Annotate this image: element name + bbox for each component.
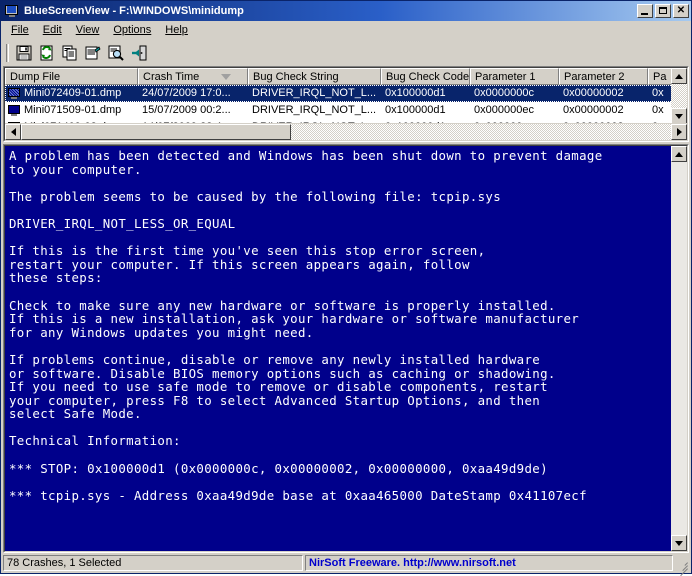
chevron-up-icon (675, 73, 683, 79)
cell-parameter-1: 0x000000ec (474, 104, 534, 116)
crash-dump-icon (7, 104, 21, 117)
table-row[interactable]: Mini072409-01.dmp 24/07/2009 17:0... DRI… (5, 85, 687, 102)
chevron-down-icon (675, 540, 683, 546)
list-horizontal-scrollbar[interactable] (5, 123, 687, 140)
menu-file-label: File (11, 24, 29, 36)
crash-dump-icon (7, 87, 21, 100)
cell-bug-check-string: DRIVER_IRQL_NOT_L... (252, 87, 377, 99)
chevron-right-icon (676, 128, 682, 136)
menu-options-label: Options (113, 24, 152, 36)
copy-icon (62, 45, 76, 60)
column-header-dump-file-label: Dump File (10, 70, 61, 83)
window-controls: ✕ (637, 4, 689, 18)
cell-bug-check-code: 0x100000d1 (385, 104, 446, 116)
column-header-bug-check-string[interactable]: Bug Check String (248, 68, 381, 85)
properties-button[interactable] (81, 42, 104, 64)
menu-edit-label: Edit (42, 24, 62, 36)
save-button[interactable] (12, 42, 35, 64)
column-header-crash-time[interactable]: Crash Time (138, 68, 248, 85)
sort-descending-icon (221, 73, 231, 80)
column-header-bug-check-code[interactable]: Bug Check Code (381, 68, 470, 85)
list-hscroll-thumb[interactable] (21, 124, 291, 140)
column-header-bug-check-string-label: Bug Check String (253, 70, 339, 83)
bluescreen-preview-pane: A problem has been detected and Windows … (3, 144, 689, 553)
table-row[interactable]: Mini071509-01.dmp 15/07/2009 00:2... DRI… (5, 102, 687, 119)
toolbar-separator (6, 43, 9, 62)
status-bar: 78 Crashes, 1 Selected NirSoft Freeware.… (1, 553, 691, 576)
column-header-parameter-1[interactable]: Parameter 1 (470, 68, 559, 85)
cell-dump-file: Mini071509-01.dmp (24, 104, 122, 116)
find-icon (108, 45, 124, 61)
bluescreen-scroll-down-button[interactable] (671, 535, 687, 551)
refresh-icon (40, 45, 52, 60)
menu-options[interactable]: Options (106, 22, 158, 39)
column-header-parameter-1-label: Parameter 1 (475, 70, 536, 83)
window-title: BlueScreenView - F:\WINDOWS\minidump (24, 5, 244, 17)
cell-dump-file: Mini072409-01.dmp (24, 87, 122, 99)
toolbar (1, 40, 691, 66)
list-hscroll-track[interactable] (21, 124, 671, 140)
exit-button[interactable] (127, 42, 150, 64)
menu-file[interactable]: File (4, 22, 36, 39)
column-header-parameter-2-label: Parameter 2 (564, 70, 625, 83)
chevron-up-icon (675, 151, 683, 157)
copy-button[interactable] (58, 42, 81, 64)
status-crash-count: 78 Crashes, 1 Selected (3, 555, 303, 571)
bluescreen-scroll-up-button[interactable] (671, 146, 687, 162)
close-button[interactable]: ✕ (673, 4, 689, 18)
list-vertical-scrollbar[interactable] (671, 68, 687, 124)
column-header-parameter-3-label: Pa (653, 70, 667, 83)
menu-bar: File Edit View Options Help (1, 21, 691, 40)
find-button[interactable] (104, 42, 127, 64)
menu-edit[interactable]: Edit (36, 22, 69, 39)
maximize-button[interactable] (655, 4, 671, 18)
cell-bug-check-string: DRIVER_IRQL_NOT_L... (252, 104, 377, 116)
exit-door-icon (131, 45, 146, 60)
menu-view-label: View (75, 24, 100, 36)
cell-bug-check-code: 0x100000d1 (385, 87, 446, 99)
list-scroll-right-button[interactable] (671, 124, 687, 140)
menu-help[interactable]: Help (158, 22, 195, 39)
cell-crash-time: 24/07/2009 17:0... (142, 87, 231, 99)
menu-help-label: Help (165, 24, 188, 36)
status-nirsoft-link[interactable]: NirSoft Freeware. http://www.nirsoft.net (305, 555, 673, 571)
bluescreen-vertical-scrollbar[interactable] (671, 146, 687, 551)
chevron-left-icon (10, 128, 16, 136)
column-header-crash-time-label: Crash Time (143, 70, 200, 83)
list-scroll-up-button[interactable] (671, 68, 687, 84)
minimize-button[interactable] (637, 4, 653, 18)
chevron-down-icon (675, 113, 683, 119)
cell-parameter-2: 0x00000002 (563, 104, 624, 116)
cell-parameter-1: 0x0000000c (474, 87, 534, 99)
resize-grip[interactable] (675, 557, 689, 576)
column-header-parameter-2[interactable]: Parameter 2 (559, 68, 648, 85)
crash-list[interactable]: Dump File Crash Time Bug Check String Bu… (4, 67, 688, 141)
monitor-icon (4, 4, 20, 18)
list-scroll-left-button[interactable] (5, 124, 21, 140)
list-scroll-down-button[interactable] (671, 108, 687, 124)
properties-icon (85, 45, 101, 59)
bluescreen-surface: A problem has been detected and Windows … (4, 145, 688, 552)
crash-list-pane[interactable]: Dump File Crash Time Bug Check String Bu… (3, 66, 689, 142)
refresh-button[interactable] (35, 42, 58, 64)
bluescreen-text: A problem has been detected and Windows … (9, 148, 603, 503)
title-bar[interactable]: BlueScreenView - F:\WINDOWS\minidump ✕ (1, 1, 691, 21)
save-floppy-icon (16, 45, 31, 60)
app-window: BlueScreenView - F:\WINDOWS\minidump ✕ F… (0, 0, 692, 576)
cell-crash-time: 15/07/2009 00:2... (142, 104, 231, 116)
column-header-dump-file[interactable]: Dump File (5, 68, 138, 85)
menu-view[interactable]: View (69, 22, 107, 39)
cell-parameter-2: 0x00000002 (563, 87, 624, 99)
column-header-bug-check-code-label: Bug Check Code (386, 70, 470, 83)
column-header-row: Dump File Crash Time Bug Check String Bu… (5, 68, 687, 85)
